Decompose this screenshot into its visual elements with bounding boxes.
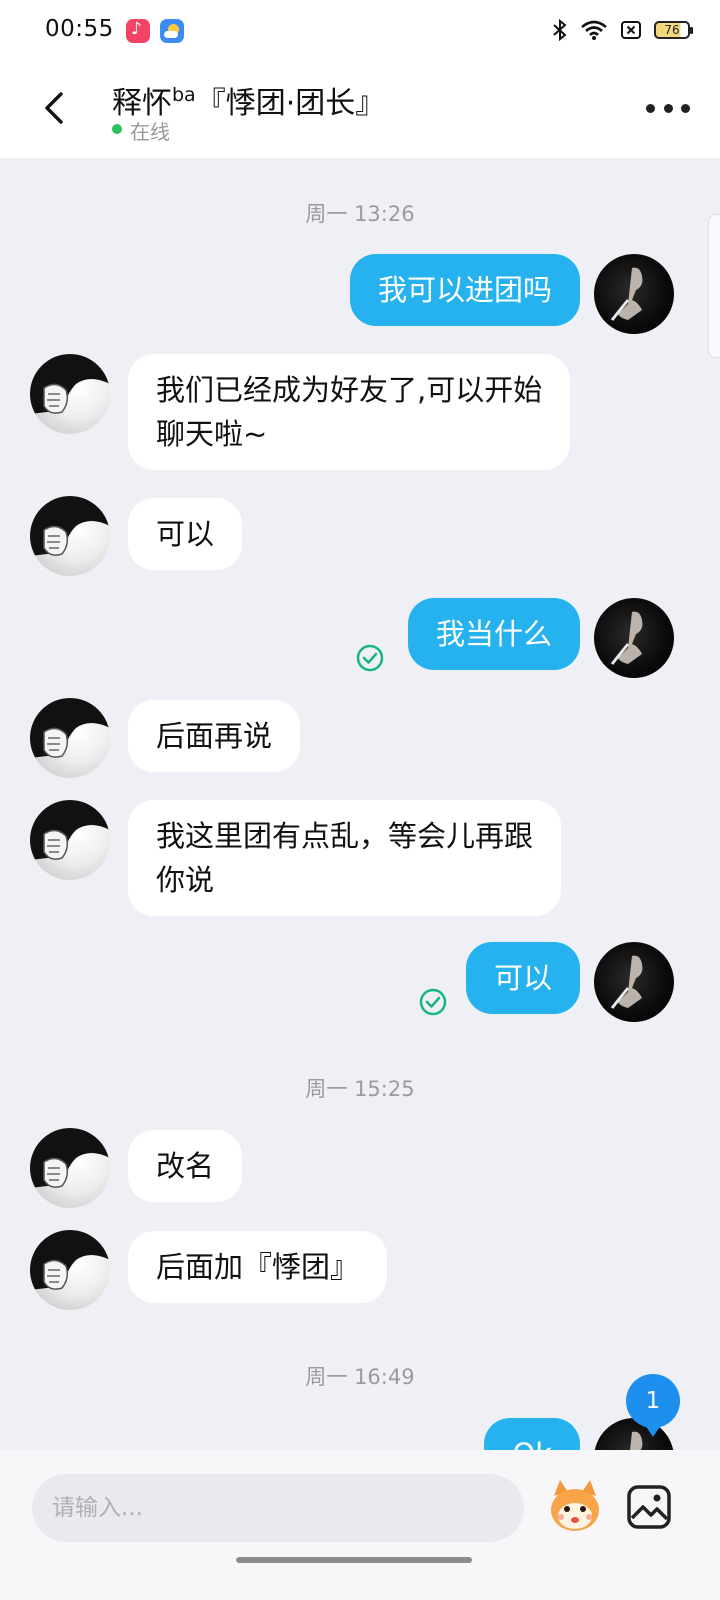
message-line: 我这里团有点乱，等会儿再跟 bbox=[156, 819, 534, 853]
avatar-self-image bbox=[610, 267, 643, 321]
message-input[interactable] bbox=[32, 1474, 524, 1542]
avatar-contact-image bbox=[30, 1128, 110, 1188]
avatar-self-image bbox=[610, 955, 643, 1009]
more-dot bbox=[663, 103, 673, 113]
avatar-self[interactable] bbox=[594, 598, 674, 678]
unread-count-badge[interactable]: 1 bbox=[626, 1374, 680, 1437]
contact-name-suffix: 『悸团·团长』 bbox=[195, 86, 386, 121]
more-icon[interactable] bbox=[646, 96, 690, 120]
contact-name-sup: ba bbox=[172, 84, 196, 106]
timestamp: 周一 13:26 bbox=[305, 202, 415, 226]
online-status: 在线 bbox=[130, 120, 170, 144]
message-bubble-self[interactable]: 我当什么 bbox=[407, 598, 580, 670]
home-indicator[interactable] bbox=[236, 1557, 472, 1563]
more-dot bbox=[681, 103, 690, 113]
avatar-contact-image bbox=[30, 800, 110, 860]
avatar-self[interactable] bbox=[594, 254, 674, 334]
status-indicators: 76 bbox=[552, 18, 693, 42]
message-bubble-contact[interactable]: 可以 bbox=[128, 498, 243, 570]
scrollbar[interactable] bbox=[708, 214, 720, 358]
chat-header: 释怀ba『悸团·团长』 在线 bbox=[0, 64, 720, 158]
message-line: 我们已经成为好友了,可以开始 bbox=[156, 373, 543, 407]
message-list[interactable]: 周一 13:26 我可以进团吗 我们已经成为好友了,可以开始 聊天啦~ 可以 我… bbox=[0, 158, 720, 1450]
avatar-contact[interactable] bbox=[30, 800, 110, 880]
read-check-icon bbox=[419, 988, 447, 1016]
music-app-icon bbox=[126, 19, 150, 43]
timestamp: 周一 16:49 bbox=[305, 1365, 415, 1389]
back-arrow-icon[interactable] bbox=[34, 86, 78, 130]
message-bubble-contact[interactable]: 改名 bbox=[128, 1130, 243, 1202]
status-bar: 00:55 76 bbox=[0, 0, 720, 64]
message-bubble-contact[interactable]: 我们已经成为好友了,可以开始 聊天啦~ bbox=[128, 354, 571, 470]
battery-icon: 76 bbox=[654, 21, 693, 39]
message-bubble-self[interactable]: 可以 bbox=[465, 942, 580, 1014]
avatar-contact-image bbox=[30, 354, 110, 414]
message-bubble-contact[interactable]: 后面再说 bbox=[128, 700, 301, 772]
input-bar bbox=[0, 1450, 720, 1600]
avatar-contact[interactable] bbox=[30, 698, 110, 778]
avatar-contact[interactable] bbox=[30, 1128, 110, 1208]
weather-app-icon bbox=[160, 19, 184, 43]
avatar-contact-image bbox=[30, 1230, 110, 1290]
more-dot bbox=[646, 103, 655, 113]
wifi-icon bbox=[581, 20, 607, 40]
online-dot bbox=[112, 124, 122, 134]
avatar-contact-image bbox=[30, 496, 110, 556]
message-bubble-contact[interactable]: 我这里团有点乱，等会儿再跟 你说 bbox=[128, 800, 562, 916]
emoji-mascot-icon[interactable] bbox=[544, 1476, 606, 1538]
message-bubble-contact[interactable]: 后面加『悸团』 bbox=[128, 1231, 388, 1303]
sim-card-icon bbox=[621, 21, 641, 39]
message-bubble-self[interactable]: 我可以进团吗 bbox=[349, 254, 580, 326]
timestamp: 周一 15:25 bbox=[305, 1077, 415, 1101]
avatar-contact[interactable] bbox=[30, 1230, 110, 1310]
avatar-self-image bbox=[610, 611, 643, 665]
status-time: 00:55 bbox=[45, 16, 114, 42]
bluetooth-icon bbox=[553, 18, 567, 42]
avatar-self[interactable] bbox=[594, 942, 674, 1022]
message-line: 聊天啦~ bbox=[156, 417, 268, 451]
message-bubble-self[interactable]: Ok bbox=[484, 1418, 580, 1450]
avatar-contact-image bbox=[30, 698, 110, 758]
image-icon[interactable] bbox=[626, 1484, 672, 1530]
message-line: 你说 bbox=[156, 863, 215, 897]
avatar-contact[interactable] bbox=[30, 496, 110, 576]
read-check-icon bbox=[356, 644, 384, 672]
avatar-contact[interactable] bbox=[30, 354, 110, 434]
